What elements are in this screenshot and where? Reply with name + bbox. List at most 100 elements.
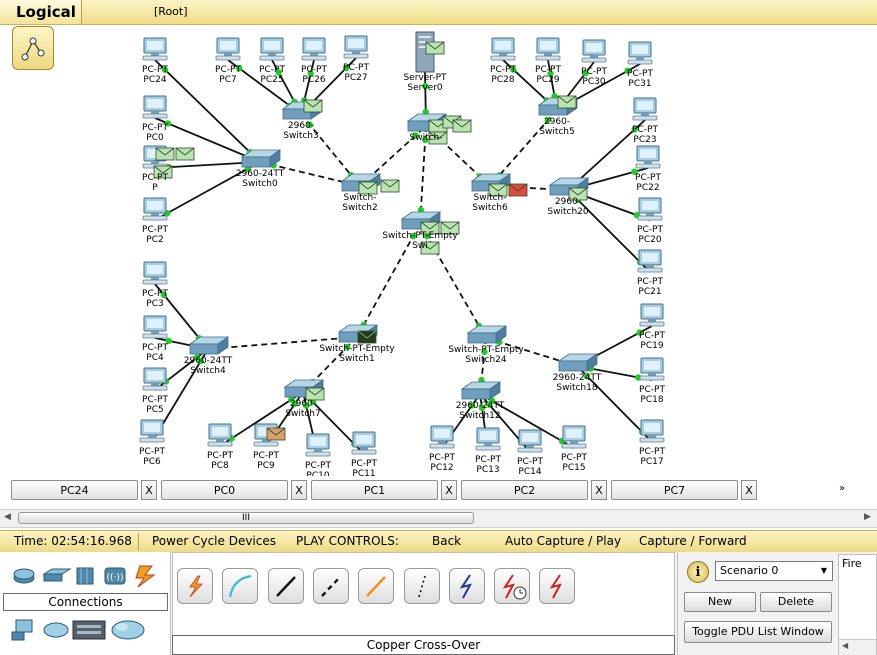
pc27-pc-icon[interactable] (343, 35, 369, 59)
delete-scenario-button[interactable]: Delete (760, 592, 832, 612)
pc19-pc-icon[interactable] (639, 303, 665, 327)
pdu-envelope-icon[interactable] (425, 41, 445, 55)
pc2-pc-icon[interactable] (142, 197, 168, 221)
automatic-connection-button[interactable] (177, 568, 213, 604)
close-tab-pc2-button[interactable]: X (591, 480, 607, 500)
switch0-model-label: 2960-24TT (235, 169, 285, 179)
scrollbar-thumb[interactable]: III (18, 512, 474, 524)
pc14-name-label: PC14 (518, 467, 542, 476)
custom-devices-icon[interactable] (72, 620, 106, 640)
pc10-pc-icon[interactable] (305, 433, 331, 457)
pc4-pc-icon[interactable] (142, 315, 168, 339)
pdu-envelope-icon[interactable] (452, 119, 472, 133)
scroll-left-arrow-icon[interactable]: ◀ (4, 512, 11, 522)
pc26-pc-icon[interactable] (301, 37, 327, 61)
pc3-pc-icon[interactable] (142, 261, 168, 285)
event-list-scrollbar[interactable]: ◀ (839, 639, 876, 655)
serial-dte-icon (549, 574, 562, 599)
pc17-pc-icon[interactable] (639, 419, 665, 443)
phone-cable-button[interactable] (404, 568, 440, 604)
serial-dce-button[interactable] (494, 568, 530, 604)
pc6-pc-icon[interactable] (139, 419, 165, 443)
end-devices-icon[interactable] (11, 619, 33, 641)
root-breadcrumb[interactable]: [Root] (154, 5, 188, 18)
hub-icon[interactable] (76, 567, 94, 585)
more-tabs-button[interactable]: » (839, 483, 845, 494)
new-scenario-button[interactable]: New (684, 592, 756, 612)
device-tab-pc1[interactable]: PC1 (311, 480, 438, 500)
pc13-pc-icon[interactable] (475, 427, 501, 451)
scenario-select[interactable]: Scenario 0 ▼ (715, 561, 833, 581)
switch24-switch-icon[interactable] (467, 325, 507, 344)
console-cable-button[interactable] (222, 568, 258, 604)
logical-workspace[interactable]: Server-PT Server0 PC-PT PC24 PC-PT PC0 PC-PT P P… (0, 24, 877, 476)
auto-capture-play-button[interactable]: Auto Capture / Play (505, 531, 621, 552)
workspace-horizontal-scrollbar[interactable]: ◀ III ▶ (0, 509, 877, 528)
pc11-pc-icon[interactable] (351, 431, 377, 455)
device-tab-pc24[interactable]: PC24 (11, 480, 138, 500)
pc24-pc-icon[interactable] (142, 37, 168, 61)
pdu-envelope-icon[interactable] (380, 179, 400, 193)
switch12-switch-icon[interactable] (461, 381, 501, 400)
pdu-envelope-icon[interactable] (508, 183, 528, 197)
pc25-label: PC-PT PC25 (259, 65, 285, 85)
pc3-label: PC-PT PC3 (142, 289, 168, 309)
pc21-pc-icon[interactable] (637, 249, 663, 273)
close-tab-pc24-button[interactable]: X (141, 480, 157, 500)
pdu-envelope-icon[interactable] (557, 95, 577, 109)
copper-cross-over-button[interactable] (313, 568, 349, 604)
logical-tab[interactable]: Logical (0, 0, 82, 24)
pc30-pc-icon[interactable] (581, 39, 607, 63)
fiber-button[interactable] (358, 568, 394, 604)
multiuser-cloud-icon[interactable] (111, 620, 145, 640)
scroll-right-arrow-icon[interactable]: ▶ (864, 512, 871, 522)
pc0-pc-icon[interactable] (142, 95, 168, 119)
switch0-switch-icon[interactable] (241, 149, 281, 168)
back-button[interactable]: Back (432, 531, 461, 552)
router-icon[interactable] (13, 568, 35, 584)
pc14-pc-icon[interactable] (517, 429, 543, 453)
pc31-pc-icon[interactable] (627, 41, 653, 65)
pc23-pc-icon[interactable] (632, 97, 658, 121)
pdu-envelope-icon[interactable] (155, 147, 175, 161)
info-icon[interactable]: i (687, 561, 709, 583)
power-cycle-devices-button[interactable]: Power Cycle Devices (152, 531, 276, 552)
pc28-pc-icon[interactable] (490, 37, 516, 61)
pdu-envelope-icon[interactable] (303, 99, 323, 113)
device-tab-pc7[interactable]: PC7 (611, 480, 738, 500)
pc7-pc-icon[interactable] (215, 37, 241, 61)
pc8-pc-icon[interactable] (207, 423, 233, 447)
connections-icon[interactable] (135, 565, 156, 588)
pc22-pc-icon[interactable] (635, 145, 661, 169)
close-tab-pc0-button[interactable]: X (291, 480, 307, 500)
device-tab-pc0[interactable]: PC0 (161, 480, 288, 500)
pdu-envelope-icon[interactable] (357, 330, 377, 344)
pc12-name-label: PC12 (430, 463, 454, 473)
pc5-pc-icon[interactable] (142, 367, 168, 391)
pc27-model-label: PC-PT (343, 63, 369, 73)
serial-dte-button[interactable] (539, 568, 575, 604)
pc18-pc-icon[interactable] (639, 357, 665, 381)
device-tab-pc2[interactable]: PC2 (461, 480, 588, 500)
pc15-pc-icon[interactable] (561, 425, 587, 449)
pdu-envelope-icon[interactable] (266, 427, 286, 441)
scroll-left-icon[interactable]: ◀ (842, 641, 848, 650)
wireless-icon[interactable]: ((·)) (104, 567, 126, 585)
close-tab-pc7-button[interactable]: X (741, 480, 757, 500)
switch18-switch-icon[interactable] (558, 353, 598, 372)
close-tab-pc1-button[interactable]: X (441, 480, 457, 500)
copper-straight-through-button[interactable] (268, 568, 304, 604)
wan-emulation-icon[interactable] (43, 622, 69, 638)
switch4-switch-icon[interactable] (189, 336, 229, 355)
link-pc24-switch0[interactable] (154, 59, 261, 163)
pc29-pc-icon[interactable] (535, 37, 561, 61)
pdu-envelope-icon[interactable] (175, 147, 195, 161)
capture-forward-button[interactable]: Capture / Forward (639, 531, 747, 552)
toggle-pdu-list-button[interactable]: Toggle PDU List Window (684, 621, 832, 643)
pc20-pc-icon[interactable] (637, 197, 663, 221)
switch-icon[interactable] (42, 568, 72, 582)
coaxial-cable-button[interactable] (449, 568, 485, 604)
pc25-pc-icon[interactable] (259, 37, 285, 61)
pc12-pc-icon[interactable] (429, 425, 455, 449)
top-bar (0, 0, 877, 25)
